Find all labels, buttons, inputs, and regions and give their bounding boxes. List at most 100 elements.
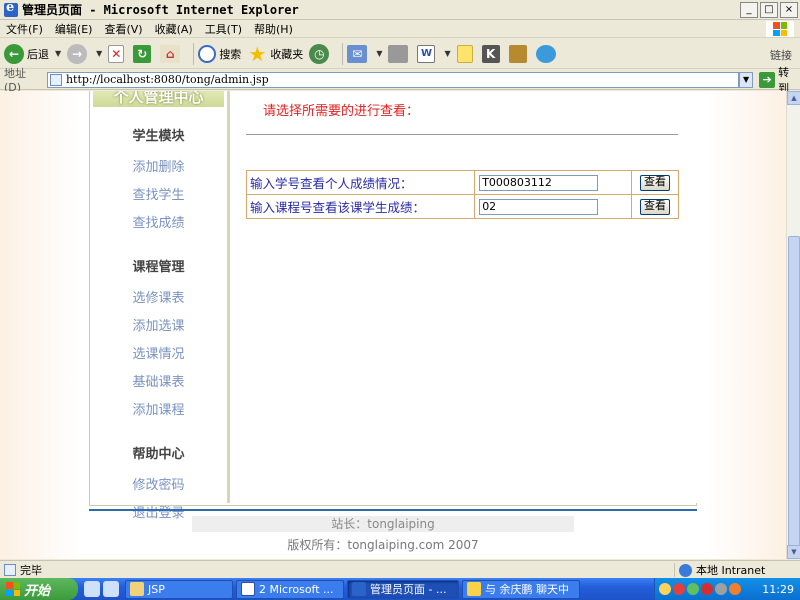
research-icon bbox=[508, 44, 527, 63]
favorites-button[interactable]: ★ 收藏夹 bbox=[247, 42, 304, 66]
home-button[interactable]: ⌂ bbox=[160, 44, 183, 63]
research-button[interactable] bbox=[508, 44, 530, 63]
word-icon bbox=[241, 582, 255, 596]
sidebar-link-elective-schedule[interactable]: 选修课表 bbox=[90, 285, 227, 313]
window-controls: _ □ × bbox=[740, 2, 798, 18]
task-label: 管理员页面 - ... bbox=[370, 583, 447, 596]
task-word[interactable]: 2 Microsoft ... bbox=[236, 579, 344, 599]
vertical-scrollbar[interactable]: ▲ ▼ bbox=[786, 91, 800, 559]
mail-button[interactable]: ✉ bbox=[347, 44, 370, 63]
sidebar-link-add-course[interactable]: 添加课程 bbox=[90, 397, 227, 425]
forward-arrow-icon: → bbox=[67, 43, 88, 64]
ie-icon bbox=[352, 582, 366, 596]
folder-icon bbox=[130, 582, 144, 596]
close-button[interactable]: × bbox=[780, 2, 798, 18]
sidebar-link-basic-schedule[interactable]: 基础课表 bbox=[90, 369, 227, 397]
edit-button[interactable]: W bbox=[417, 44, 438, 63]
system-tray: 11:29 bbox=[654, 578, 800, 600]
menu-help[interactable]: 帮助(H) bbox=[254, 21, 293, 37]
query-cell: 查看 bbox=[631, 194, 679, 219]
start-button[interactable]: 开始 bbox=[0, 578, 78, 600]
edit-dropdown-icon[interactable]: ▼ bbox=[444, 49, 450, 58]
sidebar-link-add-delete[interactable]: 添加删除 bbox=[90, 154, 227, 182]
address-dropdown-icon[interactable]: ▼ bbox=[739, 71, 754, 88]
search-button[interactable]: 搜索 bbox=[198, 44, 241, 63]
title-bar: 管理员页面 - Microsoft Internet Explorer _ □ … bbox=[0, 0, 800, 20]
query-label-course-id: 输入课程号查看该课学生成绩： bbox=[245, 194, 476, 219]
desktop-quicklaunch-icon[interactable] bbox=[103, 581, 119, 597]
student-id-input[interactable] bbox=[479, 174, 599, 191]
divider bbox=[246, 134, 678, 135]
sidebar-link-change-password[interactable]: 修改密码 bbox=[90, 472, 227, 500]
ie-quicklaunch-icon[interactable] bbox=[84, 581, 100, 597]
task-jsp-folder[interactable]: JSP bbox=[125, 579, 233, 599]
status-text: 完毕 bbox=[20, 563, 42, 577]
minimize-button[interactable]: _ bbox=[740, 2, 758, 18]
tray-icon[interactable] bbox=[687, 583, 699, 595]
tray-icon[interactable] bbox=[673, 583, 685, 595]
course-id-input[interactable] bbox=[479, 198, 599, 215]
stop-button[interactable]: ✕ bbox=[108, 44, 127, 63]
sidebar-section-help: 帮助中心 bbox=[132, 447, 185, 462]
maximize-button[interactable]: □ bbox=[760, 2, 778, 18]
view-student-grades-button[interactable]: 查看 bbox=[640, 174, 671, 191]
scroll-up-icon[interactable]: ▲ bbox=[787, 91, 800, 105]
start-label: 开始 bbox=[24, 583, 51, 599]
menu-favorites[interactable]: 收藏(A) bbox=[155, 21, 193, 37]
note-button[interactable] bbox=[456, 44, 476, 63]
task-chat[interactable]: 与 余庆鹏 聊天中 bbox=[462, 579, 580, 599]
menu-edit[interactable]: 编辑(E) bbox=[55, 21, 93, 37]
address-url: http://localhost:8080/tong/admin.jsp bbox=[65, 73, 269, 86]
favorites-label: 收藏夹 bbox=[270, 47, 304, 61]
back-label: 后退 bbox=[27, 47, 49, 61]
note-icon bbox=[456, 44, 473, 63]
forward-button[interactable]: → bbox=[67, 43, 90, 64]
scroll-down-icon[interactable]: ▼ bbox=[787, 545, 800, 559]
menu-file[interactable]: 文件(F) bbox=[6, 21, 43, 37]
links-label[interactable]: 链接 bbox=[770, 47, 792, 63]
toolbar: ← 后退 ▼ → ▼ ✕ ↻ ⌂ 搜索 ★ 收藏夹 ◷ ✉ ▼ W ▼ K bbox=[0, 39, 800, 69]
address-input[interactable]: http://localhost:8080/tong/admin.jsp bbox=[46, 71, 740, 88]
tray-icon[interactable] bbox=[701, 583, 713, 595]
forward-dropdown-icon[interactable]: ▼ bbox=[96, 49, 102, 58]
toolbar-separator bbox=[193, 42, 195, 65]
sidebar-link-find-grades[interactable]: 查找成绩 bbox=[90, 210, 227, 238]
go-arrow-icon: ➔ bbox=[759, 71, 776, 88]
task-ie-admin[interactable]: 管理员页面 - ... bbox=[347, 579, 459, 599]
tray-icon[interactable] bbox=[715, 583, 727, 595]
menu-view[interactable]: 查看(V) bbox=[104, 21, 142, 37]
tray-icon[interactable] bbox=[729, 583, 741, 595]
scroll-thumb[interactable] bbox=[788, 236, 800, 546]
refresh-button[interactable]: ↻ bbox=[133, 44, 154, 63]
history-button[interactable]: ◷ bbox=[309, 43, 332, 64]
query-cell bbox=[474, 194, 633, 219]
view-course-grades-button[interactable]: 查看 bbox=[640, 198, 671, 215]
back-button[interactable]: ← 后退 bbox=[4, 43, 49, 64]
ie-icon bbox=[4, 0, 18, 17]
sidebar: 个人管理中心 学生模块 添加删除 查找学生 查找成绩 课程管理 选修课表 添加选… bbox=[90, 91, 230, 521]
sidebar-link-elective-status[interactable]: 选课情况 bbox=[90, 341, 227, 369]
menu-tools[interactable]: 工具(T) bbox=[205, 21, 242, 37]
taskbar: 开始 JSP 2 Microsoft ... 管理员页面 - ... 与 余庆鹏… bbox=[0, 578, 800, 600]
search-icon bbox=[198, 44, 217, 63]
k-button[interactable]: K bbox=[481, 44, 503, 63]
refresh-icon: ↻ bbox=[133, 44, 152, 63]
back-dropdown-icon[interactable]: ▼ bbox=[55, 49, 61, 58]
printer-icon bbox=[388, 44, 409, 63]
print-button[interactable] bbox=[388, 44, 411, 63]
query-label-student-id: 输入学号查看个人成绩情况： bbox=[245, 170, 476, 195]
tray-icon[interactable] bbox=[659, 583, 671, 595]
address-bar: 地址(D) http://localhost:8080/tong/admin.j… bbox=[0, 66, 800, 95]
window-title: 管理员页面 - Microsoft Internet Explorer bbox=[22, 3, 299, 17]
sidebar-section-student: 学生模块 bbox=[132, 129, 185, 144]
footer-copyright: 版权所有：tonglaiping.com 2007 bbox=[287, 538, 479, 552]
sidebar-link-find-student[interactable]: 查找学生 bbox=[90, 182, 227, 210]
sidebar-link-add-elective[interactable]: 添加选课 bbox=[90, 313, 227, 341]
mail-icon: ✉ bbox=[347, 44, 368, 63]
messenger-button[interactable] bbox=[535, 44, 559, 63]
query-cell bbox=[474, 170, 633, 195]
k-icon: K bbox=[481, 44, 500, 63]
intranet-globe-icon bbox=[679, 563, 692, 577]
table-row: 输入课程号查看该课学生成绩： 查看 bbox=[245, 194, 679, 219]
mail-dropdown-icon[interactable]: ▼ bbox=[376, 49, 382, 58]
